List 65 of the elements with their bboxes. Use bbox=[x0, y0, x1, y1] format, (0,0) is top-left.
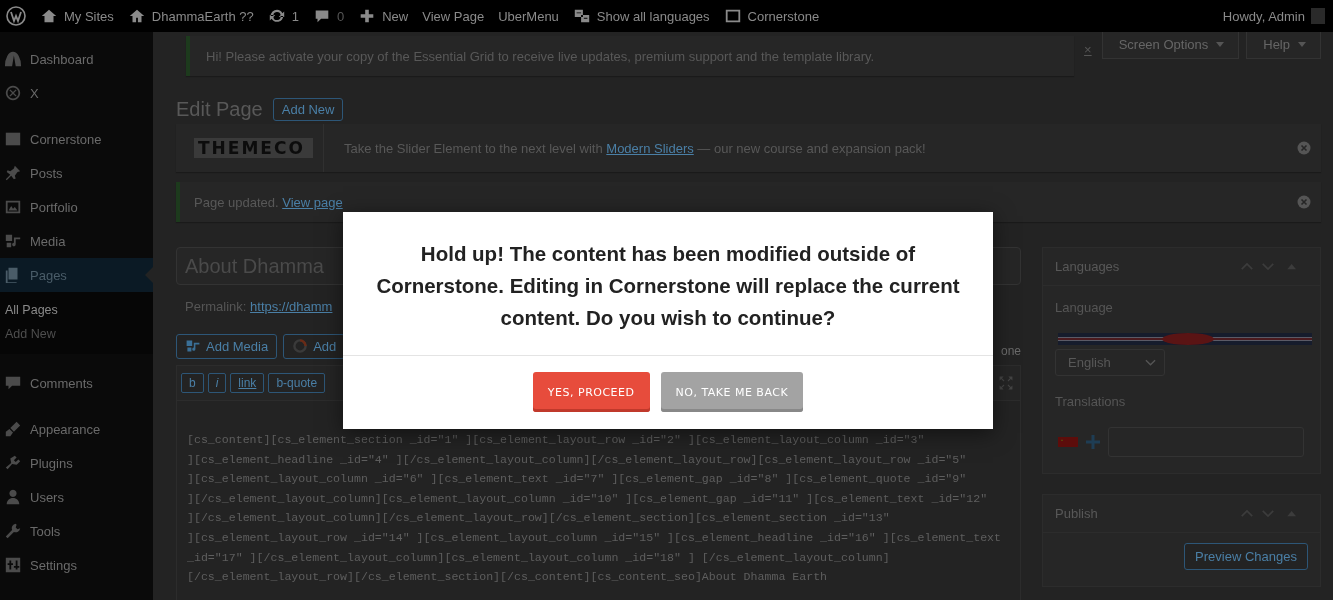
menu-item[interactable]: Appearance bbox=[0, 412, 153, 446]
toolbar-link[interactable]: Cornerstone bbox=[747, 8, 820, 24]
wordpress-logo-icon[interactable] bbox=[6, 6, 26, 26]
ring-icon bbox=[292, 338, 309, 354]
menu-item[interactable]: Media bbox=[0, 224, 153, 258]
menu-icon bbox=[4, 84, 22, 102]
quicktag-button[interactable]: b-quote bbox=[268, 373, 326, 393]
menu-item[interactable]: Settings bbox=[0, 548, 153, 582]
toolbar-link[interactable]: 1 bbox=[291, 8, 299, 24]
menu-item[interactable]: X bbox=[0, 76, 153, 110]
menu-item[interactable]: Plugins bbox=[0, 446, 153, 480]
menu-item[interactable]: Tools bbox=[0, 514, 153, 548]
preview-button[interactable]: Preview Changes bbox=[1184, 543, 1308, 570]
menu-item[interactable]: Cornerstone bbox=[0, 122, 153, 156]
dismiss-link[interactable]: × bbox=[1084, 42, 1092, 57]
menu-icon bbox=[4, 522, 22, 540]
submenu-item[interactable]: Add New bbox=[0, 322, 153, 346]
account-greeting[interactable]: Howdy, Admin bbox=[1222, 8, 1305, 24]
house-icon[interactable] bbox=[40, 7, 58, 25]
screen-meta-tab[interactable]: Screen Options bbox=[1101, 32, 1240, 59]
quicktag-button[interactable]: i bbox=[207, 373, 227, 393]
media-button[interactable]: Add Media bbox=[176, 334, 278, 359]
quicktag-button[interactable]: b bbox=[181, 373, 204, 393]
toolbar-link[interactable]: New bbox=[382, 8, 409, 24]
toolbar-link[interactable]: My Sites bbox=[64, 8, 114, 24]
flag-icon bbox=[1058, 333, 1312, 345]
menu-item[interactable]: Posts bbox=[0, 156, 153, 190]
media-button[interactable]: Add bbox=[283, 334, 346, 359]
menu-icon bbox=[4, 556, 22, 574]
menu-item[interactable]: Users bbox=[0, 480, 153, 514]
menu-icon bbox=[4, 198, 22, 216]
cancel-button[interactable]: NO, TAKE ME BACK bbox=[660, 372, 804, 412]
toolbar-link[interactable]: Show all languages bbox=[596, 8, 710, 24]
refresh-icon[interactable] bbox=[267, 7, 286, 25]
submenu-item[interactable]: All Pages bbox=[0, 298, 153, 322]
menu-item[interactable]: Pages bbox=[0, 258, 153, 292]
confirm-button[interactable]: YES, PROCEED bbox=[532, 372, 650, 412]
menu-icon bbox=[4, 454, 22, 472]
toolbar-link[interactable]: UberMenu bbox=[498, 8, 559, 24]
modal-message: Hold up! The content has been modified outside of Cornerstone. Editing in Cornerstone will replace the current content. Do you wish to continue? bbox=[343, 212, 993, 356]
menu-icon bbox=[4, 232, 22, 250]
quicktag-button[interactable]: link bbox=[230, 373, 265, 393]
window-icon[interactable] bbox=[723, 7, 742, 25]
link[interactable]: Modern Sliders bbox=[606, 140, 694, 156]
add-new-button[interactable]: Add New bbox=[272, 98, 344, 121]
chevron-down-icon bbox=[1145, 358, 1156, 367]
screen-meta-tab[interactable]: Help bbox=[1246, 32, 1321, 59]
menu-item[interactable]: Portfolio bbox=[0, 190, 153, 224]
toolbar-link[interactable]: 0 bbox=[336, 8, 345, 24]
menu-item[interactable]: Comments bbox=[0, 366, 153, 400]
menu-item[interactable]: Dashboard bbox=[0, 42, 153, 76]
menu-icon bbox=[4, 420, 22, 438]
house-icon[interactable] bbox=[127, 7, 146, 25]
translate-icon[interactable] bbox=[572, 7, 591, 25]
menu-icon bbox=[4, 488, 22, 506]
menu-icon bbox=[4, 50, 22, 68]
flag-icon bbox=[1058, 437, 1078, 447]
toolbar-link[interactable]: DhammaEarth ?? bbox=[151, 8, 254, 24]
link[interactable]: View page bbox=[282, 194, 343, 210]
menu-icon bbox=[4, 164, 22, 182]
menu-icon bbox=[4, 130, 22, 148]
permalink-link[interactable]: https://dhamm bbox=[250, 299, 333, 314]
toolbar-link[interactable]: View Page bbox=[422, 8, 485, 24]
editor-tab[interactable]: one bbox=[1000, 344, 1021, 358]
media-icon bbox=[185, 338, 201, 354]
